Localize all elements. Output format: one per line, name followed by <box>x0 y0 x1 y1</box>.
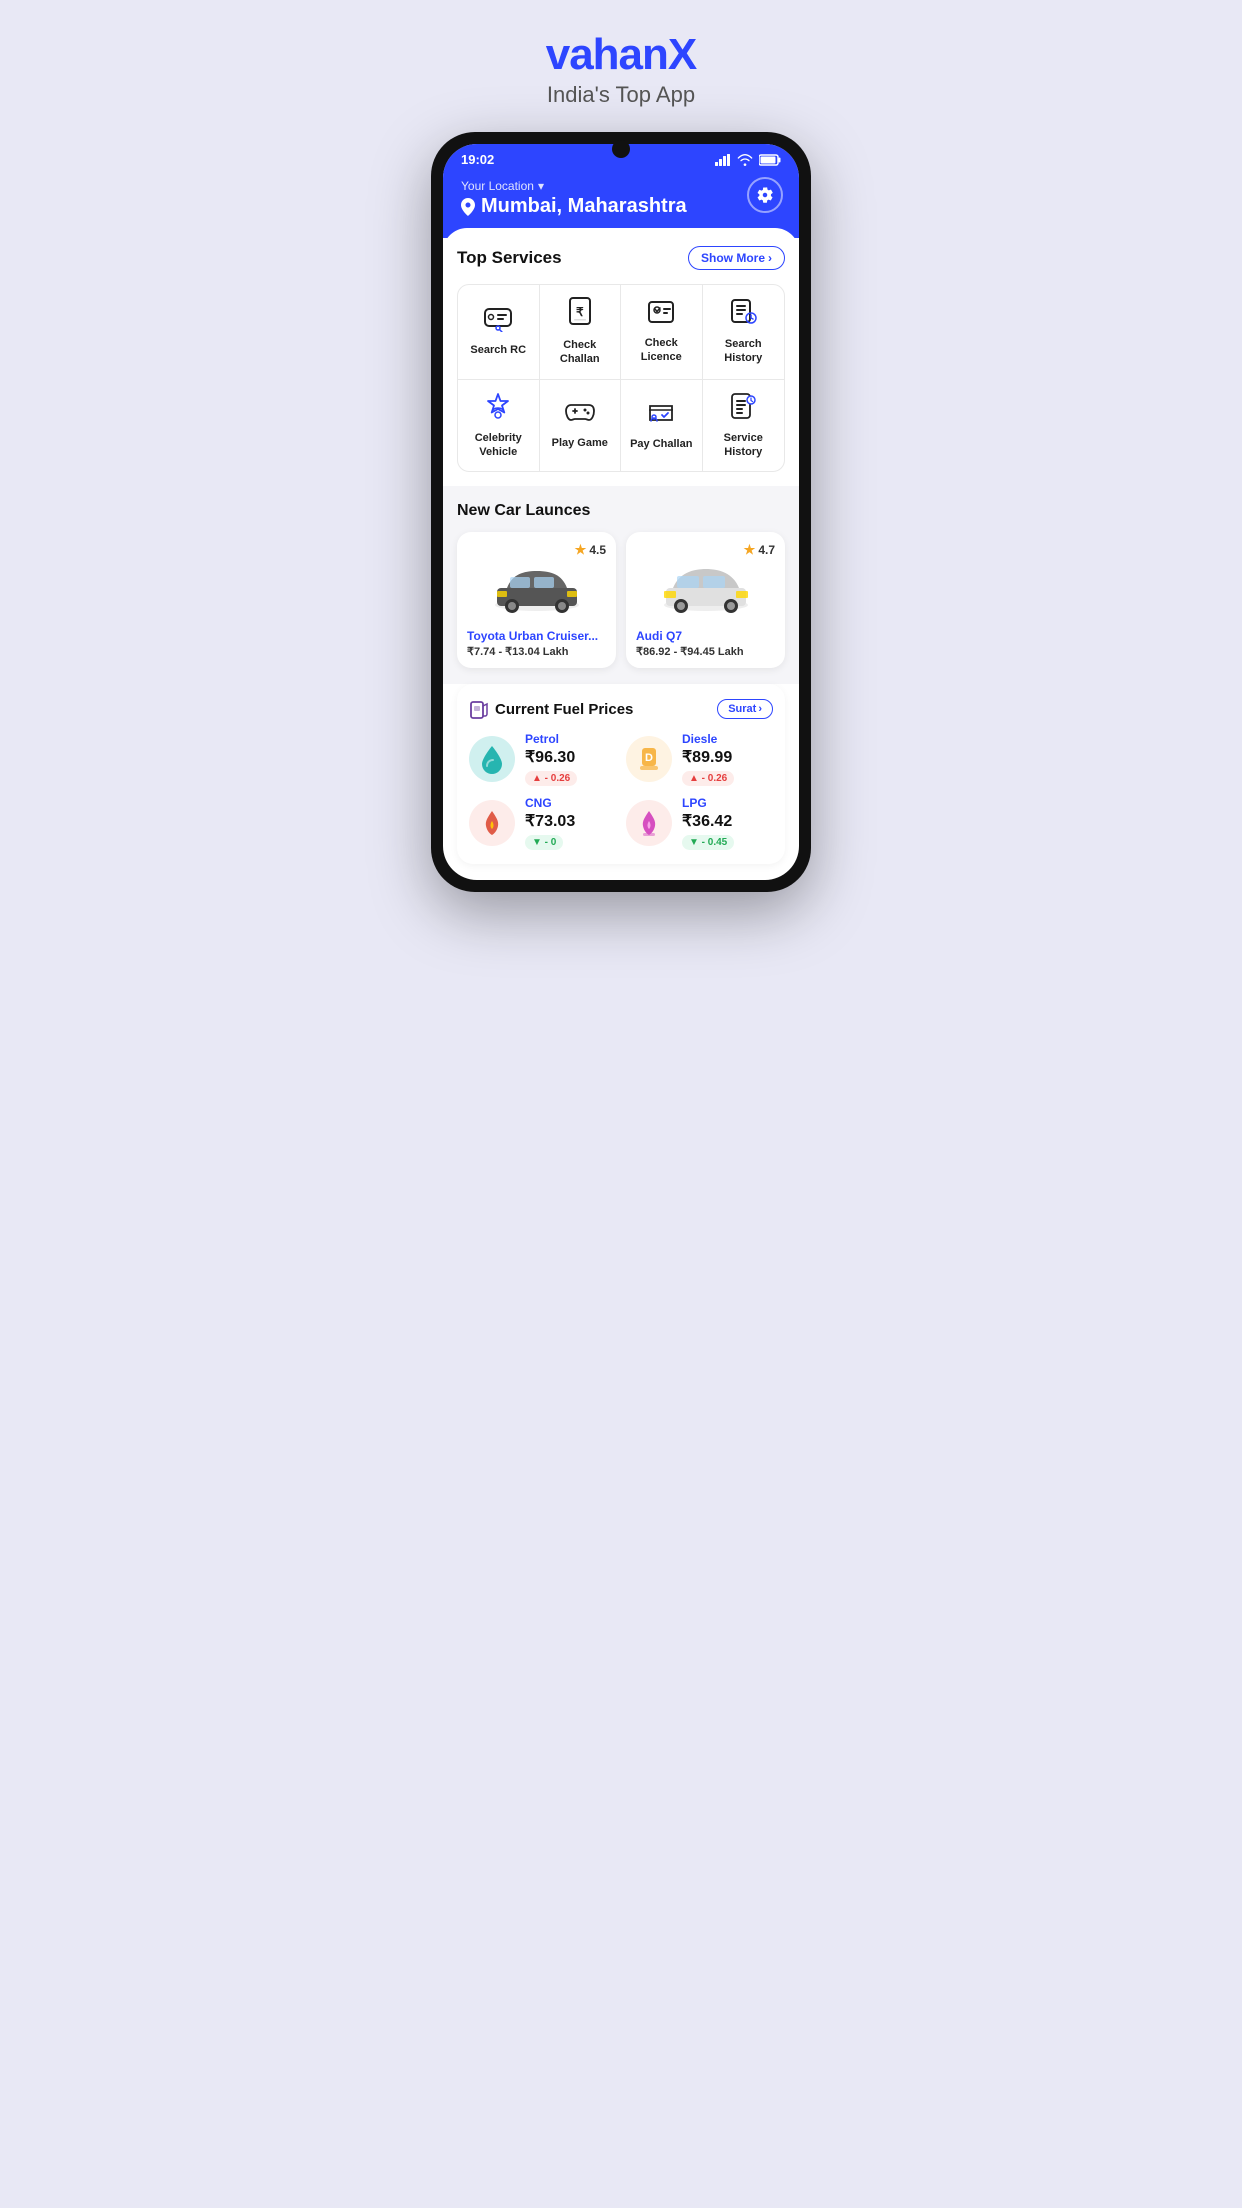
play-game-icon <box>565 401 595 430</box>
search-history-label: Search History <box>707 337 781 366</box>
petrol-name: Petrol <box>525 732 577 746</box>
petrol-change: ▲ - 0.26 <box>525 771 577 786</box>
petrol-info: Petrol ₹96.30 ▲ - 0.26 <box>525 732 577 786</box>
celebrity-vehicle-icon <box>483 392 513 425</box>
celebrity-vehicle-label: Celebrity Vehicle <box>462 431 535 460</box>
petrol-price: ₹96.30 <box>525 747 577 767</box>
services-grid: Search RC ₹ Check Challan <box>457 284 785 472</box>
diesel-price: ₹89.99 <box>682 747 734 767</box>
fuel-item-diesel: D Diesle ₹89.99 ▲ - 0.26 <box>626 732 773 786</box>
diesel-icon: D <box>636 744 662 774</box>
pay-challan-icon <box>646 400 676 431</box>
lpg-price: ₹36.42 <box>682 811 734 831</box>
status-time: 19:02 <box>461 152 494 167</box>
check-licence-label: Check Licence <box>625 336 698 365</box>
play-game-label: Play Game <box>552 436 608 450</box>
fuel-pump-icon <box>469 698 489 720</box>
toyota-price: ₹7.74 - ₹13.04 Lakh <box>467 645 606 658</box>
fuel-item-lpg: LPG ₹36.42 ▼ - 0.45 <box>626 796 773 850</box>
toyota-name: Toyota Urban Cruiser... <box>467 629 606 643</box>
service-celebrity-vehicle[interactable]: Celebrity Vehicle <box>458 380 540 472</box>
service-search-rc[interactable]: Search RC <box>458 285 540 380</box>
app-title-base: vahan <box>546 30 668 79</box>
new-car-launches-section: New Car Launces ★ 4.5 <box>443 486 799 684</box>
fuel-item-petrol: Petrol ₹96.30 ▲ - 0.26 <box>469 732 616 786</box>
fuel-header: Current Fuel Prices Surat › <box>469 698 773 720</box>
diesel-icon-circle: D <box>626 736 672 782</box>
petrol-icon-circle <box>469 736 515 782</box>
phone-frame: 19:02 <box>431 132 811 892</box>
service-check-licence[interactable]: Check Licence <box>621 285 703 380</box>
show-more-button[interactable]: Show More › <box>688 246 785 270</box>
services-header: Top Services Show More › <box>457 246 785 270</box>
cng-name: CNG <box>525 796 575 810</box>
star-icon: ★ <box>575 542 587 558</box>
service-history-icon <box>729 392 757 425</box>
cng-price: ₹73.03 <box>525 811 575 831</box>
star-icon-2: ★ <box>744 542 756 558</box>
service-check-challan[interactable]: ₹ Check Challan <box>540 285 622 380</box>
notch <box>612 144 630 158</box>
check-licence-icon <box>647 299 675 330</box>
diesel-name: Diesle <box>682 732 734 746</box>
service-history-label: Service History <box>707 431 781 460</box>
pay-challan-label: Pay Challan <box>630 437 692 451</box>
car-card-toyota[interactable]: ★ 4.5 <box>457 532 616 668</box>
services-title: Top Services <box>457 248 562 268</box>
cng-info: CNG ₹73.03 ▼ - 0 <box>525 796 575 850</box>
service-search-history[interactable]: Search History <box>703 285 785 380</box>
wifi-icon <box>737 154 753 166</box>
settings-button[interactable] <box>747 177 783 213</box>
new-car-launches-title: New Car Launces <box>457 502 785 520</box>
fuel-item-cng: CNG ₹73.03 ▼ - 0 <box>469 796 616 850</box>
location-pin-icon <box>461 198 475 216</box>
status-bar: 19:02 <box>443 144 799 171</box>
diesel-info: Diesle ₹89.99 ▲ - 0.26 <box>682 732 734 786</box>
fuel-prices-card: Current Fuel Prices Surat › <box>457 684 785 864</box>
signal-icon <box>715 154 731 166</box>
battery-icon <box>759 154 781 166</box>
lpg-icon-circle <box>626 800 672 846</box>
location-label: Your Location ▾ <box>461 179 781 193</box>
lpg-flame-icon <box>637 809 661 837</box>
app-subtitle: India's Top App <box>546 82 697 108</box>
lpg-info: LPG ₹36.42 ▼ - 0.45 <box>682 796 734 850</box>
services-card: Top Services Show More › <box>443 228 799 486</box>
phone-screen: 19:02 <box>443 144 799 880</box>
app-header: vahanX India's Top App <box>546 30 697 108</box>
gear-icon <box>756 186 774 204</box>
car-card-audi[interactable]: ★ 4.7 <box>626 532 785 668</box>
search-rc-label: Search RC <box>470 343 526 357</box>
fuel-grid: Petrol ₹96.30 ▲ - 0.26 D Diesle <box>469 732 773 850</box>
fuel-location-pill[interactable]: Surat › <box>717 699 773 719</box>
lpg-name: LPG <box>682 796 734 810</box>
check-challan-icon: ₹ <box>567 297 593 332</box>
audi-price: ₹86.92 - ₹94.45 Lakh <box>636 645 775 658</box>
toyota-rating: ★ 4.5 <box>467 542 606 558</box>
service-service-history[interactable]: Service History <box>703 380 785 472</box>
svg-text:D: D <box>645 752 653 764</box>
petrol-drop-icon <box>479 744 505 774</box>
lpg-change: ▼ - 0.45 <box>682 835 734 850</box>
search-rc-icon <box>483 306 513 337</box>
audi-rating: ★ 4.7 <box>636 542 775 558</box>
toyota-image <box>467 558 606 623</box>
svg-text:₹: ₹ <box>576 305 584 319</box>
app-title-highlight: X <box>668 30 696 79</box>
cng-flame-icon <box>480 809 504 837</box>
status-icons <box>715 154 781 166</box>
cng-icon-circle <box>469 800 515 846</box>
cng-change: ▼ - 0 <box>525 835 563 850</box>
app-title: vahanX <box>546 30 697 80</box>
service-pay-challan[interactable]: Pay Challan <box>621 380 703 472</box>
audi-image <box>636 558 775 623</box>
service-play-game[interactable]: Play Game <box>540 380 622 472</box>
location-city: Mumbai, Maharashtra <box>461 195 781 218</box>
diesel-change: ▲ - 0.26 <box>682 771 734 786</box>
cars-row: ★ 4.5 <box>457 532 785 668</box>
fuel-title: Current Fuel Prices <box>469 698 633 720</box>
audi-name: Audi Q7 <box>636 629 775 643</box>
search-history-icon <box>729 298 757 331</box>
check-challan-label: Check Challan <box>544 338 617 367</box>
